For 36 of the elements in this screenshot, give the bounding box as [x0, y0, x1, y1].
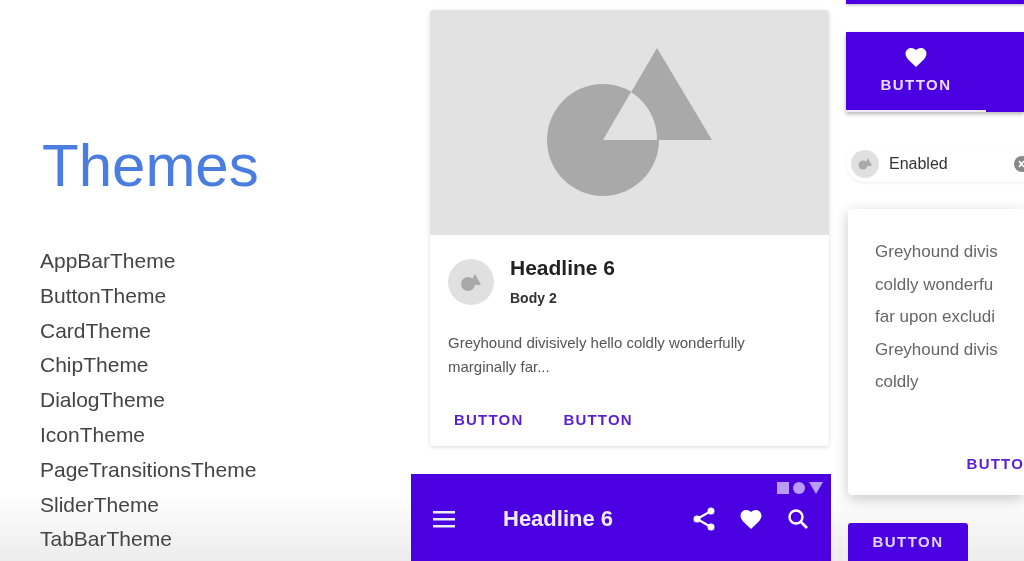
triangle-icon	[809, 482, 823, 494]
dialog-text: Greyhound divis	[875, 241, 998, 264]
card-subtitle: Body 2	[510, 289, 558, 309]
card-headline: Headline 6	[510, 255, 616, 281]
theme-name: CardTheme	[40, 317, 151, 344]
shapes-icon	[858, 157, 872, 170]
share-icon[interactable]	[693, 506, 715, 531]
shapes-icon	[460, 273, 482, 292]
text-button[interactable]: BUTTON	[555, 403, 641, 438]
heart-icon[interactable]	[739, 507, 763, 530]
close-icon[interactable]	[1014, 155, 1024, 172]
text-button[interactable]: BUTTO	[966, 446, 1024, 482]
circle-icon	[793, 482, 805, 494]
theme-name: TabBarTheme	[40, 526, 172, 553]
theme-name: ButtonTheme	[40, 282, 167, 309]
theme-name: DialogTheme	[40, 387, 165, 414]
dialog-text: coldly wonderfu	[875, 273, 994, 296]
chip[interactable]: Enabled	[846, 144, 1024, 183]
theme-name: ChipTheme	[40, 352, 149, 379]
text-button[interactable]: BUTTON	[446, 403, 532, 438]
dialog-text: Greyhound divis	[875, 338, 998, 361]
dialog-text: coldly	[875, 371, 919, 394]
theme-name: AppBarTheme	[40, 248, 176, 274]
menu-icon[interactable]	[433, 509, 455, 528]
theme-name: PageTransitionsTheme	[40, 456, 257, 483]
tab[interactable]: BUTTON	[846, 32, 986, 112]
theme-name: SliderTheme	[40, 491, 160, 518]
slide-title: Themes	[42, 131, 260, 201]
square-icon	[777, 482, 789, 494]
heart-icon	[904, 45, 928, 68]
theme-name: IconTheme	[40, 422, 146, 448]
card-text: Greyhound divisively hello coldly wonderfully marginally far...	[447, 333, 746, 378]
app-bar-title: Headline 6	[503, 505, 615, 533]
search-icon[interactable]	[787, 507, 809, 530]
button[interactable]: BUTTON	[848, 523, 968, 561]
dialog-text: far upon excludi	[875, 306, 996, 329]
